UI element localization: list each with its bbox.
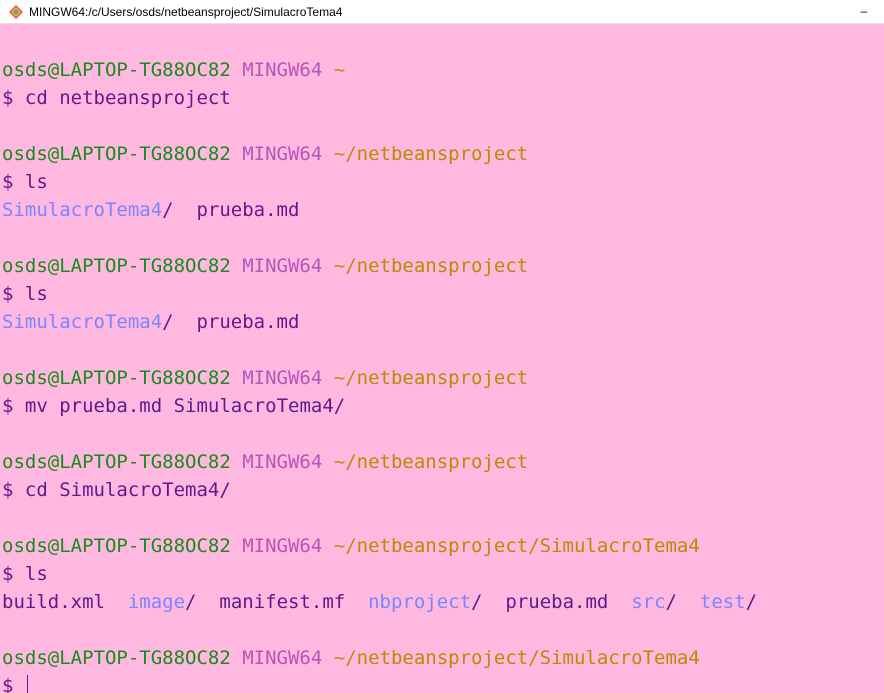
prompt-path: ~/netbeansproject: [333, 143, 529, 165]
file-entry: manifest.mf: [219, 591, 369, 613]
command-line: $ ls: [2, 280, 757, 308]
window-title: MINGW64:/c/Users/osds/netbeansproject/Si…: [29, 4, 343, 19]
command-text: ls: [24, 563, 48, 585]
minimize-button[interactable]: –: [856, 2, 872, 20]
prompt-line: osds@LAPTOP-TG88OC82 MINGW64 ~/netbeansp…: [2, 532, 757, 560]
file-entry: /: [162, 311, 197, 333]
command-line: $ cd SimulacroTema4/: [2, 476, 757, 504]
title-bar: MINGW64:/c/Users/osds/netbeansproject/Si…: [0, 0, 884, 24]
prompt-line: osds@LAPTOP-TG88OC82 MINGW64 ~/netbeansp…: [2, 644, 757, 672]
output-line: SimulacroTema4/ prueba.md: [2, 308, 757, 336]
directory-entry: SimulacroTema4: [2, 199, 163, 221]
prompt-path: ~/netbeansproject: [333, 367, 529, 389]
directory-entry: nbproject: [368, 591, 472, 613]
prompt-path: ~: [333, 59, 346, 81]
prompt-system: MINGW64: [242, 59, 323, 81]
file-entry: build.xml: [2, 591, 128, 613]
file-entry: /: [185, 591, 220, 613]
file-entry: prueba.md: [196, 199, 300, 221]
command-text: ls: [24, 171, 48, 193]
file-entry: /: [745, 591, 758, 613]
prompt-system: MINGW64: [242, 255, 323, 277]
command-text: cd SimulacroTema4/: [24, 479, 231, 501]
prompt-dollar: $: [2, 395, 14, 417]
prompt-line: osds@LAPTOP-TG88OC82 MINGW64 ~/netbeansp…: [2, 448, 757, 476]
prompt-system: MINGW64: [242, 451, 323, 473]
output-line: build.xml image/ manifest.mf nbproject/ …: [2, 588, 757, 616]
command-line: $ cd netbeansproject: [2, 84, 757, 112]
command-line: $ ls: [2, 560, 757, 588]
prompt-user-host: osds@LAPTOP-TG88OC82: [2, 255, 231, 277]
prompt-user-host: osds@LAPTOP-TG88OC82: [2, 367, 231, 389]
terminal-output[interactable]: osds@LAPTOP-TG88OC82 MINGW64 ~ $ cd netbe…: [2, 56, 757, 693]
prompt-path: ~/netbeansproject/SimulacroTema4: [333, 535, 700, 557]
file-entry: prueba.md: [505, 591, 632, 613]
prompt-user-host: osds@LAPTOP-TG88OC82: [2, 647, 231, 669]
prompt-system: MINGW64: [242, 647, 323, 669]
output-line: SimulacroTema4/ prueba.md: [2, 196, 757, 224]
git-bash-icon: [9, 4, 23, 19]
prompt-path: ~/netbeansproject/SimulacroTema4: [333, 647, 700, 669]
file-entry: prueba.md: [196, 311, 300, 333]
text-cursor[interactable]: [26, 675, 28, 693]
prompt-user-host: osds@LAPTOP-TG88OC82: [2, 59, 231, 81]
command-text: mv prueba.md SimulacroTema4/: [24, 395, 346, 417]
prompt-dollar: $: [2, 171, 14, 193]
prompt-user-host: osds@LAPTOP-TG88OC82: [2, 451, 231, 473]
prompt-dollar: $: [2, 283, 14, 305]
input-line: $: [2, 672, 757, 693]
prompt-system: MINGW64: [242, 367, 323, 389]
command-text: cd netbeansproject: [24, 87, 231, 109]
file-entry: /: [665, 591, 700, 613]
directory-entry: test: [699, 591, 746, 613]
command-text: ls: [24, 283, 48, 305]
prompt-line: osds@LAPTOP-TG88OC82 MINGW64 ~/netbeansp…: [2, 140, 757, 168]
directory-entry: SimulacroTema4: [2, 311, 163, 333]
directory-entry: image: [127, 591, 186, 613]
prompt-user-host: osds@LAPTOP-TG88OC82: [2, 143, 231, 165]
terminal-window: MINGW64:/c/Users/osds/netbeansproject/Si…: [0, 0, 884, 693]
prompt-system: MINGW64: [242, 535, 323, 557]
prompt-dollar: $: [2, 563, 14, 585]
prompt-dollar: $: [2, 675, 14, 693]
prompt-user-host: osds@LAPTOP-TG88OC82: [2, 535, 231, 557]
prompt-dollar: $: [2, 479, 14, 501]
command-line: $ ls: [2, 168, 757, 196]
prompt-system: MINGW64: [242, 143, 323, 165]
prompt-line: osds@LAPTOP-TG88OC82 MINGW64 ~/netbeansp…: [2, 364, 757, 392]
command-line: $ mv prueba.md SimulacroTema4/: [2, 392, 757, 420]
file-entry: /: [471, 591, 506, 613]
prompt-line: osds@LAPTOP-TG88OC82 MINGW64 ~: [2, 56, 757, 84]
directory-entry: src: [631, 591, 666, 613]
prompt-path: ~/netbeansproject: [333, 255, 529, 277]
prompt-dollar: $: [2, 87, 14, 109]
prompt-line: osds@LAPTOP-TG88OC82 MINGW64 ~/netbeansp…: [2, 252, 757, 280]
file-entry: /: [162, 199, 197, 221]
prompt-path: ~/netbeansproject: [333, 451, 529, 473]
